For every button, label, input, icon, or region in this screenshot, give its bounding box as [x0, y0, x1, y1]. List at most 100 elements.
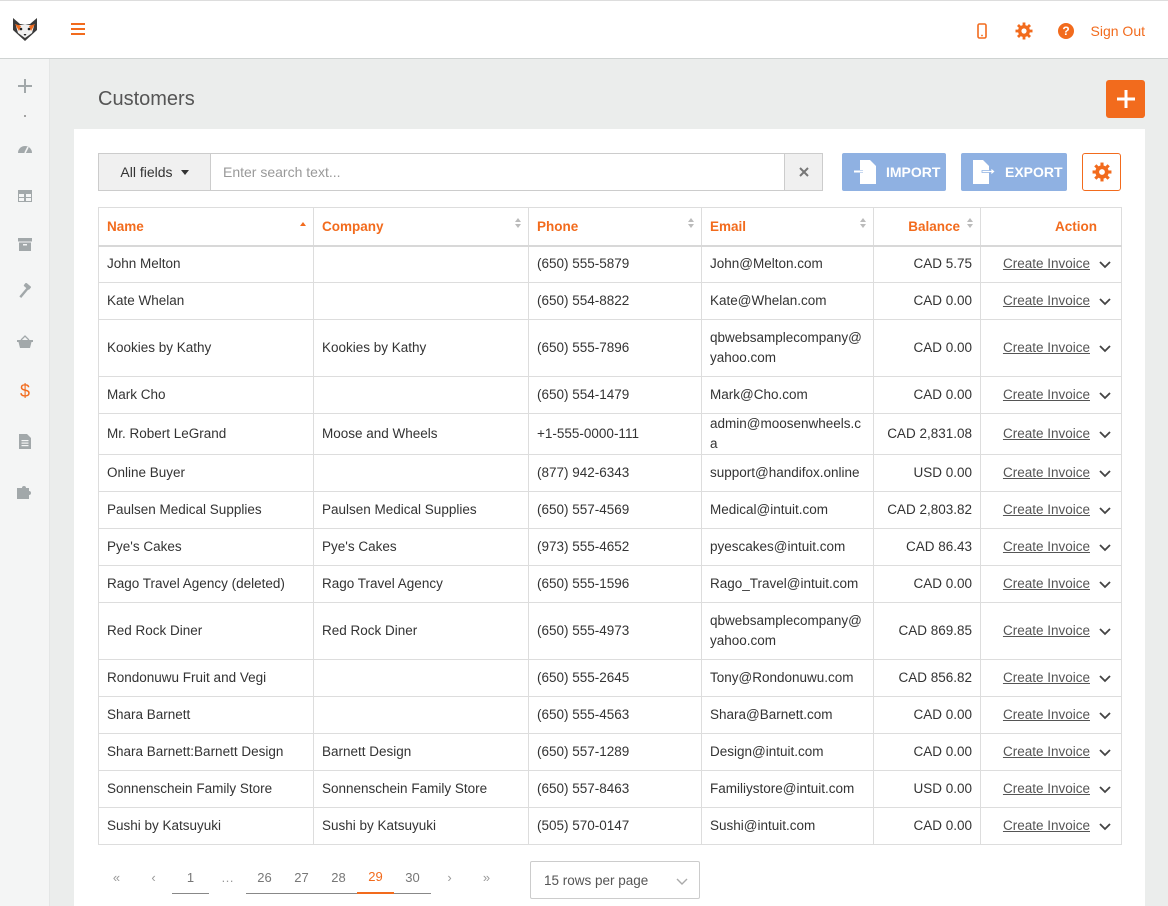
- import-button[interactable]: IMPORT: [842, 153, 946, 191]
- table-row[interactable]: Red Rock Diner Red Rock Diner (650) 555-49…: [98, 602, 1122, 660]
- table-row[interactable]: Rondonuwu Fruit and Vegi (650) 555-2645 To…: [98, 659, 1122, 697]
- cell-company: Moose and Wheels: [313, 413, 529, 455]
- chevron-down-icon[interactable]: [1098, 388, 1112, 402]
- add-customer-button[interactable]: [1106, 80, 1145, 118]
- create-invoice-link[interactable]: Create Invoice: [1003, 574, 1090, 594]
- chevron-down-icon[interactable]: [1098, 427, 1112, 441]
- chevron-down-icon: [676, 878, 688, 885]
- sidebar-item-table[interactable]: [0, 181, 50, 211]
- chevron-down-icon[interactable]: [1098, 503, 1112, 517]
- table-row[interactable]: Kookies by Kathy Kookies by Kathy (650) 55…: [98, 319, 1122, 377]
- column-header-balance[interactable]: Balance: [873, 207, 981, 247]
- sign-out-link[interactable]: Sign Out: [1091, 23, 1145, 39]
- rows-per-page-select[interactable]: 15 rows per page: [530, 861, 700, 899]
- cell-company: [313, 376, 529, 414]
- cell-phone: (650) 555-4563: [528, 696, 702, 734]
- help-icon[interactable]: ?: [1045, 16, 1087, 46]
- create-invoice-link[interactable]: Create Invoice: [1003, 463, 1090, 483]
- table-row[interactable]: Pye's Cakes Pye's Cakes (973) 555-4652 pyes…: [98, 528, 1122, 566]
- page-button-29-current[interactable]: 29: [357, 861, 394, 894]
- column-header-company[interactable]: Company: [313, 207, 529, 247]
- previous-page-button[interactable]: ‹: [135, 861, 172, 894]
- create-invoice-link[interactable]: Create Invoice: [1003, 742, 1090, 762]
- table-row[interactable]: Rago Travel Agency (deleted) Rago Travel …: [98, 565, 1122, 603]
- cell-phone: (877) 942-6343: [528, 454, 702, 492]
- create-invoice-link[interactable]: Create Invoice: [1003, 779, 1090, 799]
- chevron-down-icon[interactable]: [1098, 671, 1112, 685]
- chevron-down-icon[interactable]: [1098, 577, 1112, 591]
- column-header-email[interactable]: Email: [701, 207, 874, 247]
- clear-search-button[interactable]: [784, 154, 822, 190]
- column-header-phone[interactable]: Phone: [528, 207, 702, 247]
- create-invoice-link[interactable]: Create Invoice: [1003, 705, 1090, 725]
- table-row[interactable]: Mark Cho (650) 554-1479 Mark@Cho.com CAD 0.…: [98, 376, 1122, 414]
- chevron-down-icon[interactable]: [1098, 708, 1112, 722]
- row-actions: Create Invoice: [989, 291, 1113, 311]
- mobile-icon[interactable]: [961, 16, 1003, 46]
- create-invoice-link[interactable]: Create Invoice: [1003, 668, 1090, 688]
- table-row[interactable]: Mr. Robert LeGrand Moose and Wheels +1-555…: [98, 413, 1122, 455]
- hamburger-menu-icon[interactable]: [70, 21, 86, 37]
- sidebar-item-add[interactable]: [0, 71, 50, 101]
- search-field-dropdown[interactable]: All fields: [99, 154, 211, 190]
- cell-balance: USD 0.00: [873, 454, 981, 492]
- create-invoice-link[interactable]: Create Invoice: [1003, 385, 1090, 405]
- page-button-28[interactable]: 28: [320, 861, 357, 894]
- page-button-26[interactable]: 26: [246, 861, 283, 894]
- cell-phone: (650) 555-7896: [528, 319, 702, 377]
- create-invoice-link[interactable]: Create Invoice: [1003, 254, 1090, 274]
- table-row[interactable]: Kate Whelan (650) 554-8822 Kate@Whelan.com…: [98, 282, 1122, 320]
- export-button[interactable]: EXPORT: [961, 153, 1067, 191]
- next-page-button[interactable]: ›: [431, 861, 468, 894]
- table-row[interactable]: Paulsen Medical Supplies Paulsen Medical …: [98, 491, 1122, 529]
- sidebar-item-customers[interactable]: $: [0, 376, 50, 406]
- cell-email: Tony@Rondonuwu.com: [701, 659, 874, 697]
- page-button-1[interactable]: 1: [172, 861, 209, 894]
- cell-balance: CAD 2,831.08: [873, 413, 981, 455]
- create-invoice-link[interactable]: Create Invoice: [1003, 424, 1090, 444]
- table-row[interactable]: Shara Barnett:Barnett Design Barnett Desi…: [98, 733, 1122, 771]
- cell-name: Mr. Robert LeGrand: [98, 413, 314, 455]
- table-row[interactable]: Sushi by Katsuyuki Sushi by Katsuyuki (505…: [98, 807, 1122, 845]
- sidebar-item-tools[interactable]: [0, 276, 50, 306]
- chevron-down-icon[interactable]: [1098, 257, 1112, 271]
- column-header-name[interactable]: Name: [98, 207, 314, 247]
- create-invoice-link[interactable]: Create Invoice: [1003, 338, 1090, 358]
- chevron-down-icon[interactable]: [1098, 782, 1112, 796]
- sidebar-item-dashboard[interactable]: [0, 133, 50, 163]
- sidebar-item-reports[interactable]: [0, 426, 50, 456]
- last-page-button[interactable]: »: [468, 861, 505, 894]
- cell-balance: CAD 0.00: [873, 733, 981, 771]
- sidebar-item-archive[interactable]: [0, 229, 50, 259]
- cell-email: Design@intuit.com: [701, 733, 874, 771]
- search-input[interactable]: [211, 154, 784, 190]
- chevron-down-icon[interactable]: [1098, 624, 1112, 638]
- chevron-down-icon[interactable]: [1098, 466, 1112, 480]
- table-row[interactable]: Online Buyer (877) 942-6343 support@handif…: [98, 454, 1122, 492]
- table-settings-button[interactable]: [1082, 153, 1121, 191]
- create-invoice-link[interactable]: Create Invoice: [1003, 537, 1090, 557]
- table-row[interactable]: John Melton (650) 555-5879 John@Melton.com…: [98, 245, 1122, 283]
- sidebar-item-integrations[interactable]: [0, 476, 50, 506]
- create-invoice-link[interactable]: Create Invoice: [1003, 816, 1090, 836]
- cell-name: Rondonuwu Fruit and Vegi: [98, 659, 314, 697]
- chevron-down-icon[interactable]: [1098, 341, 1112, 355]
- first-page-button[interactable]: «: [98, 861, 135, 894]
- cell-name: Mark Cho: [98, 376, 314, 414]
- page-button-30[interactable]: 30: [394, 861, 431, 894]
- row-actions: Create Invoice: [989, 500, 1113, 520]
- chevron-down-icon[interactable]: [1098, 540, 1112, 554]
- create-invoice-link[interactable]: Create Invoice: [1003, 500, 1090, 520]
- table-row[interactable]: Sonnenschein Family Store Sonnenschein Fa…: [98, 770, 1122, 808]
- sidebar-item-store[interactable]: [0, 326, 50, 356]
- chevron-down-icon[interactable]: [1098, 294, 1112, 308]
- settings-gear-icon[interactable]: [1003, 16, 1045, 46]
- table-row[interactable]: Shara Barnett (650) 555-4563 Shara@Barnett…: [98, 696, 1122, 734]
- page-button-27[interactable]: 27: [283, 861, 320, 894]
- chevron-down-icon[interactable]: [1098, 819, 1112, 833]
- create-invoice-link[interactable]: Create Invoice: [1003, 621, 1090, 641]
- fox-logo-icon[interactable]: [10, 14, 40, 44]
- create-invoice-link[interactable]: Create Invoice: [1003, 291, 1090, 311]
- chevron-down-icon[interactable]: [1098, 745, 1112, 759]
- sidebar: $: [0, 59, 50, 906]
